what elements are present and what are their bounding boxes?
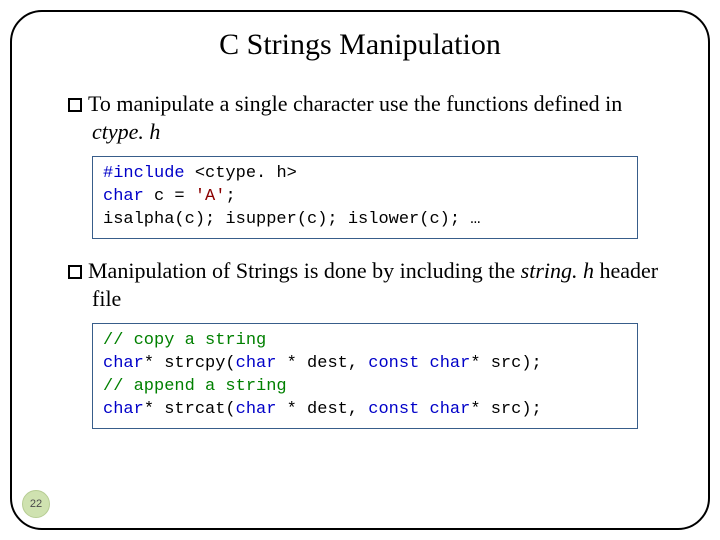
code-text: * strcat(	[144, 400, 236, 419]
code-comment: // append a string	[103, 377, 287, 396]
code-keyword: char	[103, 187, 144, 206]
bullet-icon	[68, 98, 82, 112]
code-keyword: char	[236, 354, 277, 373]
slide: C Strings Manipulation To manipulate a s…	[0, 0, 720, 540]
code-line: char* strcpy(char * dest, const char* sr…	[103, 353, 627, 376]
code-keyword: #include	[103, 164, 185, 183]
bullet-2: Manipulation of Strings is done by inclu…	[68, 257, 668, 313]
code-string: 'A'	[195, 187, 226, 206]
code-line: #include <ctype. h>	[103, 163, 627, 186]
bullet-1-text-a: To manipulate a single character use the…	[88, 91, 622, 116]
bullet-2-text-b: string. h	[521, 258, 594, 283]
code-text: ;	[225, 187, 235, 206]
code-comment: // copy a string	[103, 331, 266, 350]
code-text: * src);	[470, 400, 541, 419]
bullet-1: To manipulate a single character use the…	[68, 90, 668, 146]
code-line: isalpha(c); isupper(c); islower(c); …	[103, 209, 627, 232]
code-line: char c = 'A';	[103, 186, 627, 209]
code-text: * src);	[470, 354, 541, 373]
page-number: 22	[30, 498, 42, 510]
code-keyword: char	[236, 400, 277, 419]
code-block-1: #include <ctype. h> char c = 'A'; isalph…	[92, 156, 638, 239]
bullet-1-text-b: ctype. h	[92, 119, 160, 144]
code-text: c =	[144, 187, 195, 206]
code-keyword: char	[103, 354, 144, 373]
bullet-2-text-a: Manipulation of Strings is done by inclu…	[88, 258, 521, 283]
code-line: char* strcat(char * dest, const char* sr…	[103, 399, 627, 422]
code-line: // append a string	[103, 376, 627, 399]
code-text: * dest,	[276, 400, 368, 419]
page-number-badge: 22	[22, 490, 50, 518]
code-block-2: // copy a string char* strcpy(char * des…	[92, 323, 638, 429]
bullet-icon	[68, 265, 82, 279]
code-text: * dest,	[276, 354, 368, 373]
code-text: isalpha(c); isupper(c); islower(c); …	[103, 210, 480, 229]
slide-title: C Strings Manipulation	[22, 28, 698, 62]
code-text: * strcpy(	[144, 354, 236, 373]
code-line: // copy a string	[103, 330, 627, 353]
code-text: <ctype. h>	[185, 164, 297, 183]
code-keyword: char	[103, 400, 144, 419]
code-keyword: const char	[368, 354, 470, 373]
code-keyword: const char	[368, 400, 470, 419]
